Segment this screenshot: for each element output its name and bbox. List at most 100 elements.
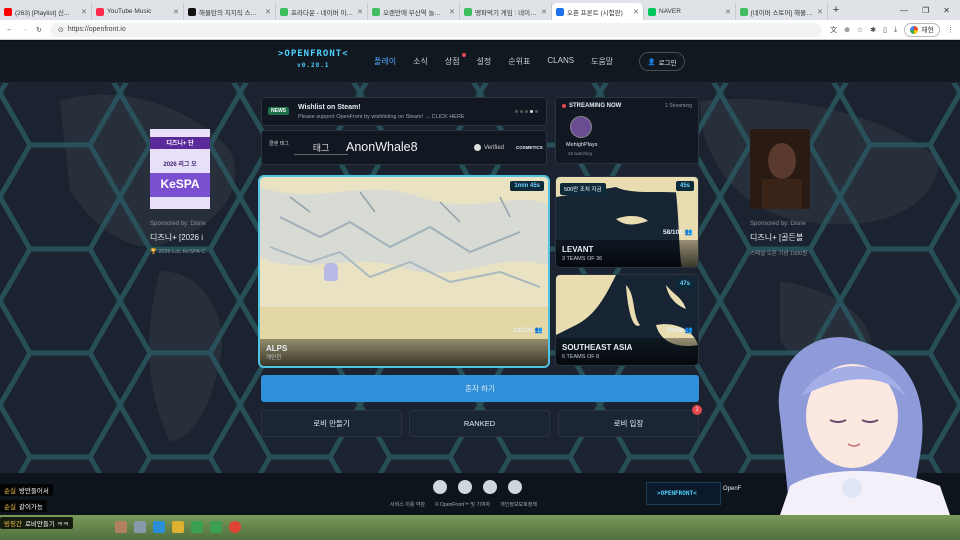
tab-close-icon[interactable]: ✕ [265, 8, 271, 16]
discord-icon[interactable] [483, 480, 497, 494]
nav-item-play[interactable]: 플레이 [374, 56, 396, 67]
left-sponsor-ad[interactable]: 디즈니+ 단 2026 리그 오 KeSPA Sponsored by: Dis… [150, 129, 210, 255]
nav-item-news[interactable]: 소식 [413, 56, 428, 67]
footer-links: 서비스 이용 약관 © OpenFront™ 및 기여자 개인정보보호정책 [390, 501, 537, 508]
news-banner[interactable]: NEWS Wishlist on Steam! Please support O… [261, 97, 547, 126]
app-icon[interactable] [115, 521, 127, 533]
app-icon[interactable] [191, 521, 203, 533]
app-icon[interactable] [134, 521, 146, 533]
ranked-button[interactable]: RANKED [409, 410, 550, 437]
username-input[interactable]: AnonWhale8 [346, 140, 418, 154]
right-ad-subtitle: 스페셜 오픈 기념 1500원 [750, 251, 808, 257]
verified-toggle[interactable]: Verified [474, 144, 504, 151]
lobby-card-southeast-asia[interactable]: 47s 29/48 👥 SOUTHEAST ASIA 6 TEAMS OF 8 [555, 274, 699, 366]
streamer-name[interactable]: MehighPlays [566, 142, 598, 148]
reddit-icon[interactable] [458, 480, 472, 494]
browser-tab[interactable]: 프라다운 - 네이버 이미... ✕ [276, 3, 368, 20]
create-lobby-button[interactable]: 로비 만들기 [261, 410, 402, 437]
alps-timer: 1min 45s [510, 181, 544, 191]
tab-title: 프라다운 - 네이버 이미... [291, 9, 355, 17]
cosmetics-button[interactable]: COSMETICS [516, 145, 543, 150]
nav-item-settings[interactable]: 설정 [477, 56, 492, 67]
footer-ad-banner[interactable]: >OPENFRONT< [646, 482, 721, 505]
new-tab-button[interactable]: + [828, 4, 844, 16]
players-icon: 👥 [684, 229, 693, 236]
browser-tab[interactable]: 땡파먹기 게임 : 네이버... ✕ [460, 3, 552, 20]
chat-user: 순실 [4, 488, 16, 495]
url-field[interactable]: ⊙ https://openfront.io [49, 22, 823, 37]
tab-close-icon[interactable]: ✕ [541, 8, 547, 16]
forward-icon[interactable]: → [21, 26, 28, 33]
southeast-asia-footer: SOUTHEAST ASIA 6 TEAMS OF 8 [556, 338, 698, 365]
tab-close-icon[interactable]: ✕ [173, 8, 179, 16]
browser-tab[interactable]: 오랜만에 부산역 놀라도... ✕ [368, 3, 460, 20]
single-player-button[interactable]: 혼자 하기 [261, 375, 699, 402]
browser-tab[interactable]: YouTube Music ✕ [92, 3, 184, 20]
tab-close-icon[interactable]: ✕ [633, 8, 639, 16]
edge-icon[interactable] [153, 521, 165, 533]
nav-item-store[interactable]: 상점 [445, 56, 460, 67]
tab-close-icon[interactable]: ✕ [449, 8, 455, 16]
carousel-dot-active[interactable] [530, 110, 533, 113]
sidebar-icon[interactable]: ▯ [883, 26, 887, 34]
browser-tab[interactable]: [네이버 스토어] 해물탄... ✕ [736, 3, 828, 20]
levant-player-count-text: 58/108 [663, 228, 683, 236]
tab-favicon-icon [4, 7, 12, 16]
alps-player-count-text: 12/125 [513, 326, 533, 334]
news-carousel-dots[interactable] [515, 110, 538, 113]
menu-icon[interactable]: ⋮ [947, 26, 954, 34]
login-button[interactable]: 👤 로그인 [639, 52, 685, 71]
openfront-logo[interactable]: >OPENFRONT< v0.28.1 [278, 49, 349, 71]
zoom-icon[interactable]: ⊕ [844, 26, 850, 34]
carousel-dot[interactable] [535, 110, 538, 113]
right-sponsor-ad[interactable]: Sponsored by: Disne 디즈니+ [골든볼 스페셜 오픈 기념 … [750, 129, 810, 257]
globe-icon[interactable] [508, 480, 522, 494]
bookmark-star-icon[interactable]: ☆ [857, 26, 863, 34]
nav-item-help[interactable]: 도움말 [591, 56, 613, 67]
carousel-dot[interactable] [525, 110, 528, 113]
right-ad-image [750, 129, 810, 209]
join-lobby-button[interactable]: 로비 입장 [558, 410, 699, 437]
tab-title: 해물탄의 치지직 스튜디... [199, 9, 263, 17]
carousel-dot[interactable] [515, 110, 518, 113]
terms-link[interactable]: 서비스 이용 약관 [390, 501, 425, 508]
minimize-icon[interactable]: — [900, 6, 908, 15]
streamer-avatar[interactable] [570, 116, 592, 138]
folder-icon[interactable] [172, 521, 184, 533]
profile-button[interactable]: 재현 [904, 22, 940, 37]
left-ad-sponsor: Sponsored by: Disne [150, 221, 206, 227]
browser-tab[interactable]: 해물탄의 치지직 스튜디... ✕ [184, 3, 276, 20]
translate-icon[interactable]: 文 [830, 25, 837, 35]
lobby-card-alps[interactable]: 1min 45s 12/125 👥 ALPS 개인전 [258, 175, 550, 368]
tab-close-icon[interactable]: ✕ [817, 8, 823, 16]
app-icon[interactable] [210, 521, 222, 533]
nav-item-clans[interactable]: CLANS [547, 56, 574, 67]
extensions-icon[interactable]: ✱ [870, 26, 876, 34]
tab-favicon-icon [280, 7, 288, 16]
nav-item-leaderboard[interactable]: 순위표 [508, 56, 530, 67]
browser-tab[interactable]: NAVER ✕ [644, 3, 736, 20]
levant-map-name: LEVANT [562, 245, 594, 254]
top-navigation: >OPENFRONT< v0.28.1 플레이 소식 상점 설정 순위표 CLA… [0, 41, 960, 83]
browser-tab[interactable]: 오픈 프론트 (시험판) ✕ [552, 3, 644, 20]
chrome-icon[interactable] [229, 521, 241, 533]
github-icon[interactable] [433, 480, 447, 494]
close-window-icon[interactable]: ✕ [943, 6, 950, 15]
left-ad-image-text: KeSPA [160, 177, 200, 191]
back-icon[interactable]: ← [6, 26, 13, 33]
restore-icon[interactable]: ❐ [922, 6, 929, 15]
social-links [433, 480, 522, 494]
privacy-link[interactable]: 개인정보보호정책 [500, 501, 537, 508]
carousel-dot[interactable] [520, 110, 523, 113]
site-info-icon[interactable]: ⊙ [58, 26, 64, 34]
alps-footer: ALPS 개인전 [260, 339, 548, 366]
tab-close-icon[interactable]: ✕ [725, 8, 731, 16]
clan-tag-input[interactable]: 태그 [294, 141, 348, 155]
tab-title: NAVER [659, 8, 681, 15]
lobby-card-levant[interactable]: 500만 조치 지금 45s 58/108 👥 LEVANT 3 TEAMS OF… [555, 176, 699, 268]
reload-icon[interactable]: ↻ [36, 26, 42, 34]
tab-close-icon[interactable]: ✕ [81, 8, 87, 16]
browser-tab[interactable]: (263) [Playlist] 신... ✕ [0, 3, 92, 20]
download-icon[interactable]: ⤓ [894, 26, 897, 34]
tab-close-icon[interactable]: ✕ [357, 8, 363, 16]
